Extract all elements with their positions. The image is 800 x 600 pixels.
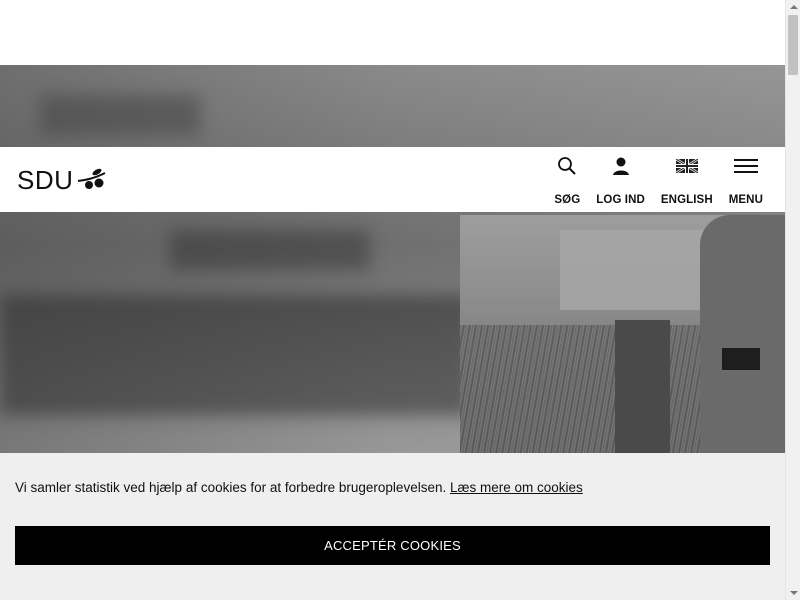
sdu-logo[interactable]: SDU <box>17 165 107 196</box>
nav-english-label: ENGLISH <box>660 194 713 206</box>
nav-english[interactable]: ENGLISH <box>653 147 721 212</box>
hero-blur-shape <box>170 230 370 270</box>
hero-post <box>615 320 670 465</box>
site-header: SDU SØG LOG IND ENGLISH MENU <box>0 147 785 212</box>
hero-blur-shape <box>40 95 200 135</box>
cookie-info-link[interactable]: Læs mere om cookies <box>450 480 583 495</box>
nav-login[interactable]: LOG IND <box>588 147 653 212</box>
hero-figure <box>700 215 785 465</box>
nav-login-label: LOG IND <box>596 194 645 206</box>
top-blank-area <box>0 0 785 65</box>
uk-flag-icon <box>675 147 698 185</box>
logo-text: SDU <box>17 165 74 195</box>
search-icon <box>557 147 577 185</box>
nav-search-label: SØG <box>554 194 581 206</box>
header-nav: SØG LOG IND ENGLISH MENU <box>546 147 771 212</box>
olive-branch-icon <box>77 167 107 195</box>
nav-menu-label: MENU <box>728 194 763 206</box>
vertical-scrollbar[interactable] <box>785 0 800 600</box>
hero-box <box>722 348 760 370</box>
hero-blur-shape <box>0 295 470 415</box>
hamburger-menu-icon <box>733 147 758 185</box>
scroll-up-arrow-icon[interactable] <box>786 0 800 14</box>
accept-cookies-button[interactable]: ACCEPTÉR COOKIES <box>15 526 770 565</box>
hero-image <box>0 65 785 465</box>
cookie-message: Vi samler statistik ved hjælp af cookies… <box>15 480 583 495</box>
scroll-down-arrow-icon[interactable] <box>786 586 800 600</box>
cookie-message-text: Vi samler statistik ved hjælp af cookies… <box>15 480 447 495</box>
nav-menu[interactable]: MENU <box>721 147 771 212</box>
user-icon <box>611 147 631 185</box>
nav-search[interactable]: SØG <box>546 147 588 212</box>
cookie-banner: Vi samler statistik ved hjælp af cookies… <box>0 453 785 600</box>
scrollbar-thumb[interactable] <box>788 15 798 75</box>
